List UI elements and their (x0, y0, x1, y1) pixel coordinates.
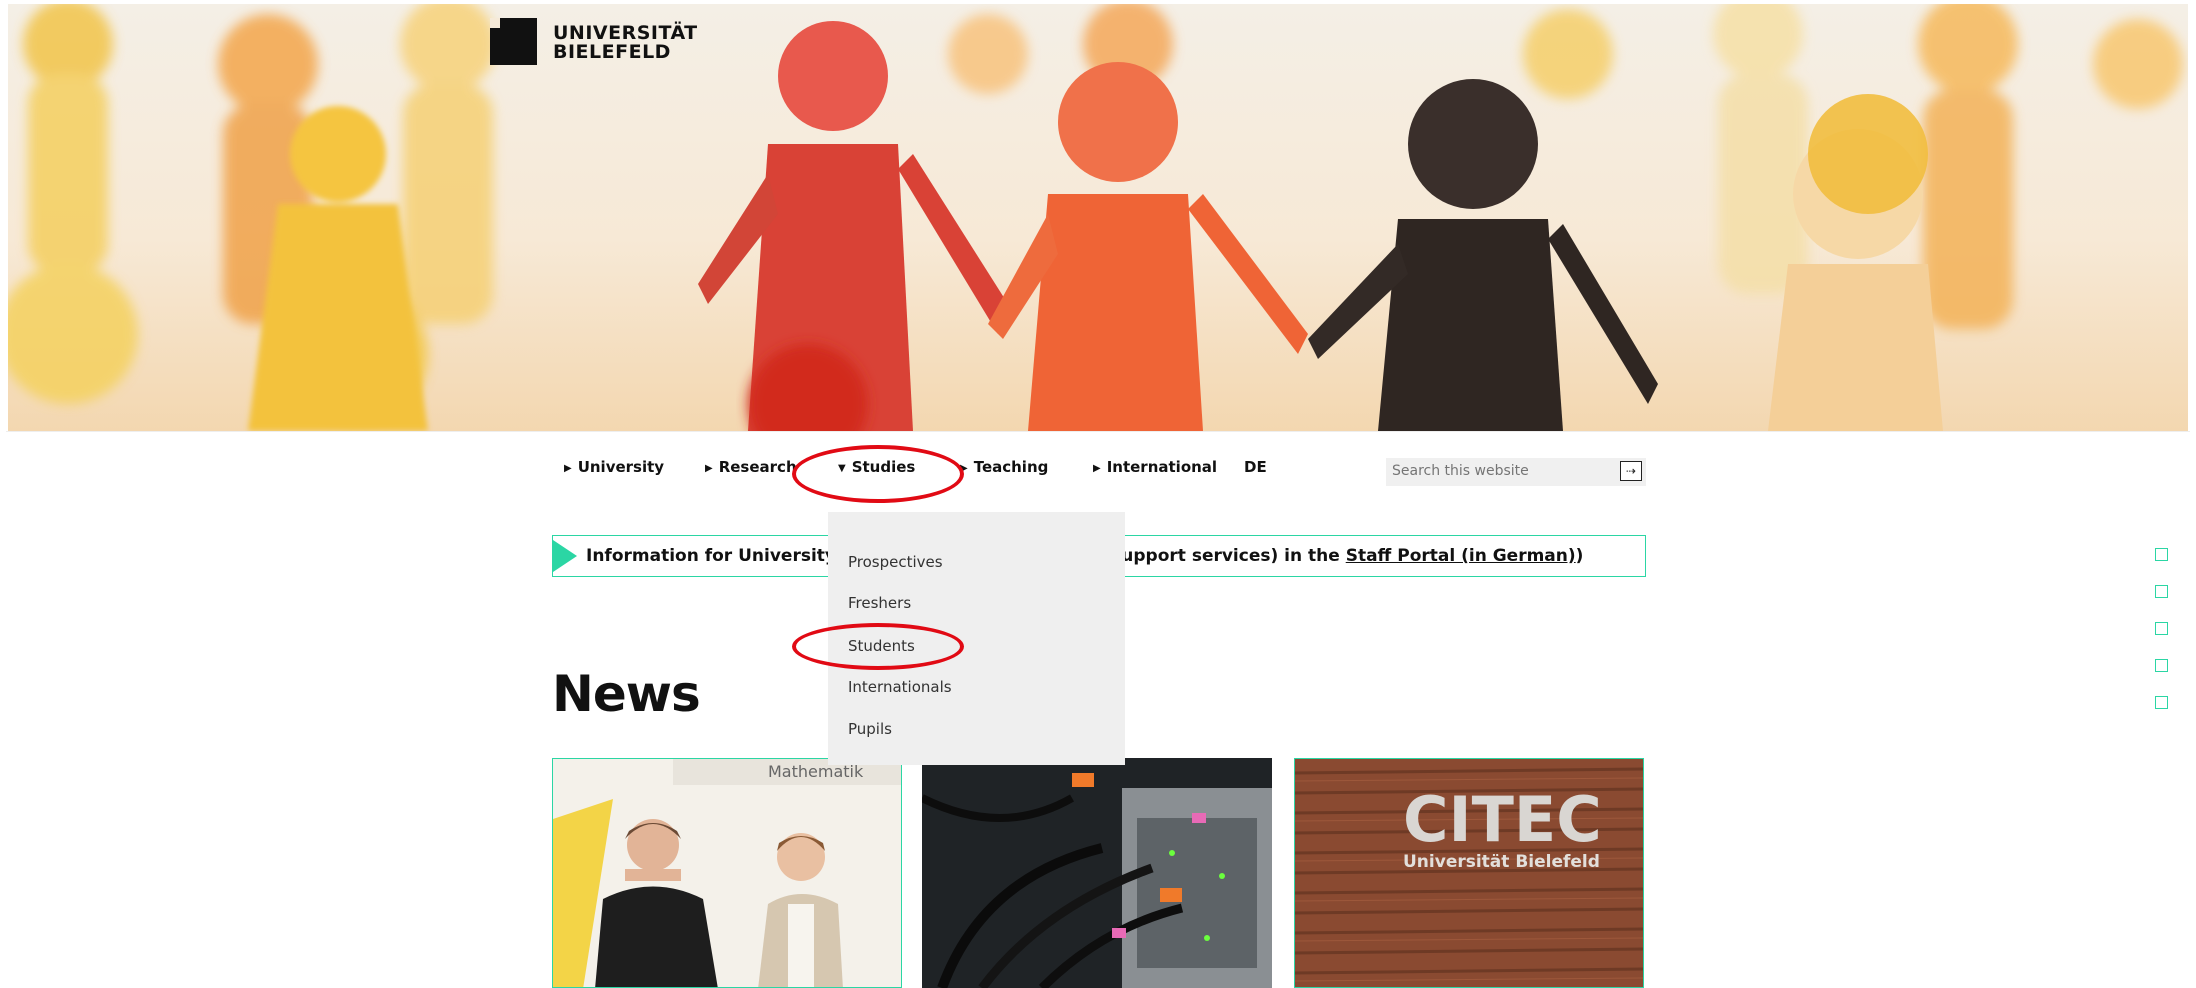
studies-dropdown-menu: Prospectives Freshers Students Internati… (828, 512, 1125, 765)
dropdown-item-pupils[interactable]: Pupils (848, 720, 892, 738)
hero-divider (6, 431, 2190, 432)
logo-text: UNIVERSITÄT BIELEFELD (553, 18, 698, 62)
staff-portal-link[interactable]: Staff Portal (in German) (1346, 546, 1576, 566)
nav-item-university[interactable]: ▶ University (564, 458, 664, 476)
news-card-2-image (922, 758, 1272, 988)
side-square-5[interactable] (2155, 696, 2168, 709)
nav-label: DE (1244, 458, 1267, 476)
triangle-right-icon: ▶ (705, 463, 713, 474)
triangle-right-icon: ▶ (1093, 463, 1101, 474)
citec-sign-subtext: Universität Bielefeld (1403, 852, 1600, 872)
news-card-3[interactable]: CITEC Universität Bielefeld (1294, 758, 1644, 988)
dropdown-item-students[interactable]: Students (848, 637, 915, 655)
banner-text-close: ) (1575, 546, 1584, 566)
nav-item-language-de[interactable]: DE (1244, 458, 1267, 476)
triangle-down-icon: ▼ (838, 463, 846, 474)
nav-label: Teaching (973, 458, 1049, 476)
hero-image (8, 4, 2188, 431)
paper-people-illustration (8, 4, 2183, 431)
side-navigation-squares (2155, 548, 2168, 733)
logo-line-2: BIELEFELD (553, 41, 671, 63)
search-input[interactable] (1386, 458, 1618, 484)
banner-text-start: Information for University st (586, 546, 861, 566)
nav-label: International (1106, 458, 1218, 476)
banner-text-end: support services) in the (1111, 546, 1346, 566)
side-square-4[interactable] (2155, 659, 2168, 672)
side-square-1[interactable] (2155, 548, 2168, 561)
dropdown-item-internationals[interactable]: Internationals (848, 678, 952, 696)
side-square-2[interactable] (2155, 585, 2168, 598)
nav-item-international[interactable]: ▶ International (1093, 458, 1217, 476)
banner-triangle-icon (553, 540, 577, 572)
nav-label: University (577, 458, 665, 476)
citec-sign-text: CITEC (1403, 783, 1602, 856)
logo-icon (490, 18, 537, 65)
news-card-1-image: Mathematik (553, 759, 901, 987)
search-submit-button[interactable]: ⇢ (1620, 461, 1642, 481)
nav-label: Research (718, 458, 797, 476)
university-logo[interactable]: UNIVERSITÄT BIELEFELD (490, 18, 698, 65)
nav-item-studies[interactable]: ▼ Studies (838, 458, 915, 476)
nav-label: Studies (851, 458, 916, 476)
triangle-right-icon: ▶ (564, 463, 572, 474)
side-square-3[interactable] (2155, 622, 2168, 635)
dropdown-item-freshers[interactable]: Freshers (848, 594, 911, 612)
dropdown-item-prospectives[interactable]: Prospectives (848, 553, 943, 571)
news-card-3-image: CITEC Universität Bielefeld (1295, 759, 1643, 987)
nav-item-teaching[interactable]: ▶ Teaching (960, 458, 1048, 476)
arrow-right-icon: ⇢ (1625, 464, 1637, 478)
news-card-2[interactable] (922, 758, 1272, 988)
search-box: ⇢ (1386, 458, 1646, 486)
news-heading: News (552, 665, 701, 723)
news-card-1[interactable]: Mathematik (552, 758, 902, 988)
nav-item-research[interactable]: ▶ Research (705, 458, 797, 476)
triangle-right-icon: ▶ (960, 463, 968, 474)
